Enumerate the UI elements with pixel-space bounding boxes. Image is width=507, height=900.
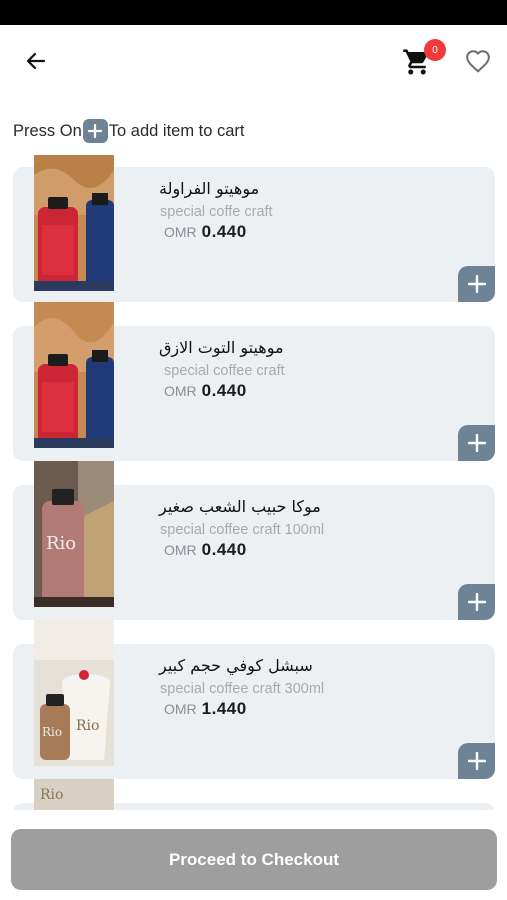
hint-text-after: To add item to cart bbox=[108, 121, 245, 140]
back-button[interactable] bbox=[20, 45, 52, 77]
product-list[interactable]: موهيتو الفراولة special coffe craft OMR … bbox=[0, 150, 507, 810]
product-card[interactable]: موهيتو الفراولة special coffe craft OMR … bbox=[13, 155, 495, 302]
cart-button[interactable]: 0 bbox=[400, 39, 446, 79]
product-name: سبشل كوفي حجم كبير bbox=[159, 656, 313, 675]
price-value: 0.440 bbox=[201, 381, 247, 400]
svg-text:Rio: Rio bbox=[42, 725, 62, 739]
svg-text:Rio: Rio bbox=[46, 533, 76, 554]
back-arrow-icon bbox=[26, 52, 46, 70]
cart-count-badge: 0 bbox=[424, 39, 446, 61]
product-description: special coffe craft bbox=[160, 204, 273, 220]
product-image bbox=[34, 302, 114, 448]
product-card[interactable]: Rio Rio سبشل كوفي حجم كبير special coffe… bbox=[13, 620, 495, 779]
plus-icon bbox=[467, 593, 486, 611]
hint-text-before: Press On bbox=[13, 121, 82, 140]
favorites-button[interactable] bbox=[462, 45, 494, 77]
plus-icon bbox=[467, 434, 486, 452]
price-currency: OMR bbox=[164, 542, 197, 558]
product-price: OMR 0.440 bbox=[164, 222, 247, 242]
product-description: special coffee craft 100ml bbox=[160, 522, 325, 538]
heart-icon bbox=[466, 50, 490, 73]
add-to-cart-button[interactable] bbox=[458, 584, 495, 620]
product-price: OMR 0.440 bbox=[164, 540, 247, 560]
add-to-cart-button[interactable] bbox=[458, 743, 495, 779]
svg-text:Rio: Rio bbox=[40, 787, 63, 803]
plus-icon bbox=[467, 275, 486, 293]
product-image bbox=[34, 155, 114, 291]
status-bar bbox=[0, 0, 507, 25]
price-value: 0.440 bbox=[201, 540, 247, 559]
product-card[interactable]: Rio موكا حبيب الشعب صغير special coffee … bbox=[13, 461, 495, 620]
app-header: 0 bbox=[0, 25, 507, 95]
price-currency: OMR bbox=[164, 701, 197, 717]
product-description: special coffee craft bbox=[164, 363, 285, 379]
plus-icon bbox=[82, 119, 108, 143]
product-image: Rio bbox=[34, 779, 114, 810]
product-price: OMR 1.440 bbox=[164, 699, 247, 719]
product-card[interactable]: موهيتو التوت الازق special coffee craft … bbox=[13, 302, 495, 461]
product-name: موهيتو التوت الازق bbox=[159, 338, 284, 357]
add-to-cart-button[interactable] bbox=[458, 425, 495, 461]
plus-icon bbox=[467, 752, 486, 770]
product-image: Rio bbox=[34, 461, 114, 607]
price-currency: OMR bbox=[164, 224, 197, 240]
add-to-cart-hint: Press On To add item to cart bbox=[13, 118, 245, 144]
product-name: موكا حبيب الشعب صغير bbox=[159, 497, 321, 516]
price-value: 0.440 bbox=[201, 222, 247, 241]
svg-text:Rio: Rio bbox=[76, 718, 99, 734]
product-image: Rio Rio bbox=[34, 620, 114, 766]
product-card[interactable]: Rio bbox=[13, 779, 495, 810]
product-description: special coffee craft 300ml bbox=[160, 681, 325, 697]
price-currency: OMR bbox=[164, 383, 197, 399]
proceed-to-checkout-button[interactable]: Proceed to Checkout bbox=[11, 829, 497, 890]
price-value: 1.440 bbox=[201, 699, 247, 718]
product-name: موهيتو الفراولة bbox=[159, 179, 260, 198]
product-price: OMR 0.440 bbox=[164, 381, 247, 401]
add-to-cart-button[interactable] bbox=[458, 266, 495, 302]
